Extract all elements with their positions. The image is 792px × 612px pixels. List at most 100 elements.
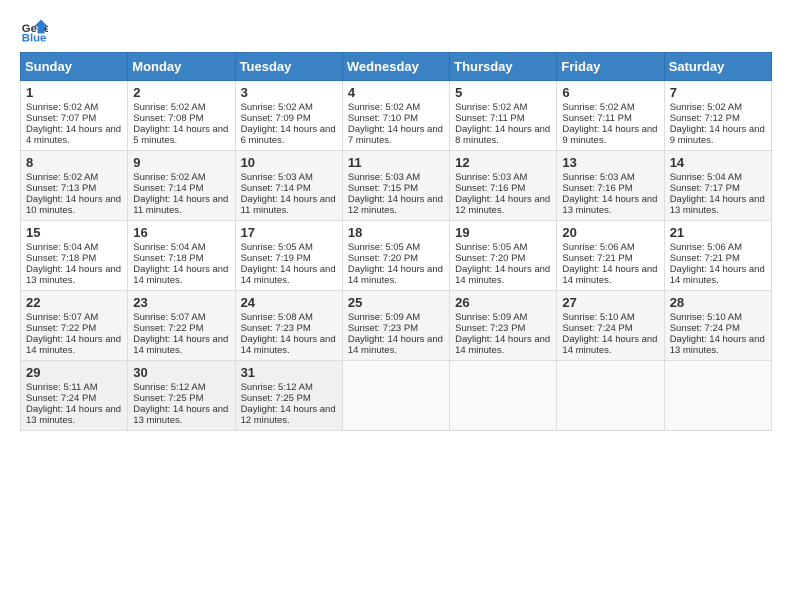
- daylight-text: Daylight: 14 hours and 4 minutes.: [26, 124, 121, 146]
- sunrise-text: Sunrise: 5:05 AM: [348, 242, 420, 253]
- daylight-text: Daylight: 14 hours and 10 minutes.: [26, 194, 121, 216]
- sunset-text: Sunset: 7:19 PM: [241, 253, 311, 264]
- sunrise-text: Sunrise: 5:11 AM: [26, 382, 98, 393]
- day-number: 31: [241, 365, 337, 380]
- calendar-cell: [450, 361, 557, 431]
- calendar-cell: 26 Sunrise: 5:09 AMSunset: 7:23 PMDayligh…: [450, 291, 557, 361]
- sunset-text: Sunset: 7:14 PM: [133, 183, 203, 194]
- daylight-text: Daylight: 14 hours and 12 minutes.: [455, 194, 550, 216]
- sunset-text: Sunset: 7:15 PM: [348, 183, 418, 194]
- sunset-text: Sunset: 7:08 PM: [133, 113, 203, 124]
- calendar-cell: 5Sunrise: 5:02 AMSunset: 7:11 PMDaylight…: [450, 81, 557, 151]
- daylight-text: Daylight: 14 hours and 11 minutes.: [133, 194, 228, 216]
- daylight-text: Daylight: 14 hours and 9 minutes.: [562, 124, 657, 146]
- sunrise-text: Sunrise: 5:02 AM: [670, 102, 742, 113]
- sunrise-text: Sunrise: 5:06 AM: [562, 242, 634, 253]
- day-number: 4: [348, 85, 444, 100]
- sunset-text: Sunset: 7:24 PM: [670, 323, 740, 334]
- day-number: 30: [133, 365, 229, 380]
- calendar-cell: 15Sunrise: 5:04 AMSunset: 7:18 PMDayligh…: [21, 221, 128, 291]
- sunset-text: Sunset: 7:24 PM: [26, 393, 96, 404]
- sunrise-text: Sunrise: 5:02 AM: [133, 102, 205, 113]
- day-number: 13: [562, 155, 658, 170]
- sunset-text: Sunset: 7:20 PM: [348, 253, 418, 264]
- logo: General Blue: [20, 16, 52, 44]
- day-number: 29: [26, 365, 122, 380]
- calendar-cell: 8Sunrise: 5:02 AMSunset: 7:13 PMDaylight…: [21, 151, 128, 221]
- calendar-cell: 14Sunrise: 5:04 AMSunset: 7:17 PMDayligh…: [664, 151, 771, 221]
- sunset-text: Sunset: 7:07 PM: [26, 113, 96, 124]
- week-row-1: 1Sunrise: 5:02 AMSunset: 7:07 PMDaylight…: [21, 81, 772, 151]
- sunset-text: Sunset: 7:20 PM: [455, 253, 525, 264]
- sunrise-text: Sunrise: 5:10 AM: [562, 312, 634, 323]
- daylight-text: Daylight: 14 hours and 13 minutes.: [133, 404, 228, 426]
- sunset-text: Sunset: 7:11 PM: [562, 113, 632, 124]
- sunrise-text: Sunrise: 5:06 AM: [670, 242, 742, 253]
- sunset-text: Sunset: 7:12 PM: [670, 113, 740, 124]
- week-row-5: 29Sunrise: 5:11 AMSunset: 7:24 PMDayligh…: [21, 361, 772, 431]
- sunrise-text: Sunrise: 5:09 AM: [348, 312, 420, 323]
- daylight-text: Daylight: 14 hours and 5 minutes.: [133, 124, 228, 146]
- sunset-text: Sunset: 7:18 PM: [26, 253, 96, 264]
- sunrise-text: Sunrise: 5:02 AM: [455, 102, 527, 113]
- sunset-text: Sunset: 7:14 PM: [241, 183, 311, 194]
- sunrise-text: Sunrise: 5:02 AM: [133, 172, 205, 183]
- sunset-text: Sunset: 7:16 PM: [455, 183, 525, 194]
- calendar-cell: 12Sunrise: 5:03 AMSunset: 7:16 PMDayligh…: [450, 151, 557, 221]
- calendar-cell: 18Sunrise: 5:05 AMSunset: 7:20 PMDayligh…: [342, 221, 449, 291]
- day-number: 25: [348, 295, 444, 310]
- day-number: 23: [133, 295, 229, 310]
- daylight-text: Daylight: 14 hours and 7 minutes.: [348, 124, 443, 146]
- sunrise-text: Sunrise: 5:03 AM: [562, 172, 634, 183]
- page-header: General Blue: [20, 16, 772, 44]
- calendar-cell: 3Sunrise: 5:02 AMSunset: 7:09 PMDaylight…: [235, 81, 342, 151]
- calendar-cell: [557, 361, 664, 431]
- daylight-text: Daylight: 14 hours and 14 minutes.: [133, 264, 228, 286]
- daylight-text: Daylight: 14 hours and 14 minutes.: [562, 264, 657, 286]
- daylight-text: Daylight: 14 hours and 13 minutes.: [26, 404, 121, 426]
- daylight-text: Daylight: 14 hours and 14 minutes.: [26, 334, 121, 356]
- day-number: 22: [26, 295, 122, 310]
- calendar-cell: 23Sunrise: 5:07 AMSunset: 7:22 PMDayligh…: [128, 291, 235, 361]
- daylight-text: Daylight: 14 hours and 14 minutes.: [455, 334, 550, 356]
- sunset-text: Sunset: 7:23 PM: [455, 323, 525, 334]
- calendar-cell: 25Sunrise: 5:09 AMSunset: 7:23 PMDayligh…: [342, 291, 449, 361]
- calendar-cell: 17Sunrise: 5:05 AMSunset: 7:19 PMDayligh…: [235, 221, 342, 291]
- calendar-cell: 9 Sunrise: 5:02 AMSunset: 7:14 PMDaylight…: [128, 151, 235, 221]
- daylight-text: Daylight: 14 hours and 14 minutes.: [562, 334, 657, 356]
- calendar-cell: 7 Sunrise: 5:02 AMSunset: 7:12 PMDaylight…: [664, 81, 771, 151]
- weekday-header-monday: Monday: [128, 53, 235, 81]
- week-row-4: 22Sunrise: 5:07 AMSunset: 7:22 PMDayligh…: [21, 291, 772, 361]
- day-number: 10: [241, 155, 337, 170]
- daylight-text: Daylight: 14 hours and 14 minutes.: [133, 334, 228, 356]
- sunrise-text: Sunrise: 5:02 AM: [26, 172, 98, 183]
- sunset-text: Sunset: 7:10 PM: [348, 113, 418, 124]
- weekday-header-row: SundayMondayTuesdayWednesdayThursdayFrid…: [21, 53, 772, 81]
- sunset-text: Sunset: 7:22 PM: [26, 323, 96, 334]
- daylight-text: Daylight: 14 hours and 12 minutes.: [348, 194, 443, 216]
- day-number: 12: [455, 155, 551, 170]
- sunrise-text: Sunrise: 5:09 AM: [455, 312, 527, 323]
- sunrise-text: Sunrise: 5:12 AM: [133, 382, 205, 393]
- calendar-cell: 30Sunrise: 5:12 AMSunset: 7:25 PMDayligh…: [128, 361, 235, 431]
- day-number: 8: [26, 155, 122, 170]
- daylight-text: Daylight: 14 hours and 9 minutes.: [670, 124, 765, 146]
- daylight-text: Daylight: 14 hours and 13 minutes.: [26, 264, 121, 286]
- sunset-text: Sunset: 7:24 PM: [562, 323, 632, 334]
- daylight-text: Daylight: 14 hours and 14 minutes.: [241, 264, 336, 286]
- day-number: 19: [455, 225, 551, 240]
- sunrise-text: Sunrise: 5:03 AM: [241, 172, 313, 183]
- daylight-text: Daylight: 14 hours and 14 minutes.: [348, 264, 443, 286]
- day-number: 7: [670, 85, 766, 100]
- weekday-header-tuesday: Tuesday: [235, 53, 342, 81]
- day-number: 9: [133, 155, 229, 170]
- calendar-cell: 4Sunrise: 5:02 AMSunset: 7:10 PMDaylight…: [342, 81, 449, 151]
- day-number: 26: [455, 295, 551, 310]
- calendar-cell: 19Sunrise: 5:05 AMSunset: 7:20 PMDayligh…: [450, 221, 557, 291]
- weekday-header-saturday: Saturday: [664, 53, 771, 81]
- sunrise-text: Sunrise: 5:07 AM: [26, 312, 98, 323]
- day-number: 15: [26, 225, 122, 240]
- sunset-text: Sunset: 7:21 PM: [670, 253, 740, 264]
- day-number: 17: [241, 225, 337, 240]
- calendar-cell: 24Sunrise: 5:08 AMSunset: 7:23 PMDayligh…: [235, 291, 342, 361]
